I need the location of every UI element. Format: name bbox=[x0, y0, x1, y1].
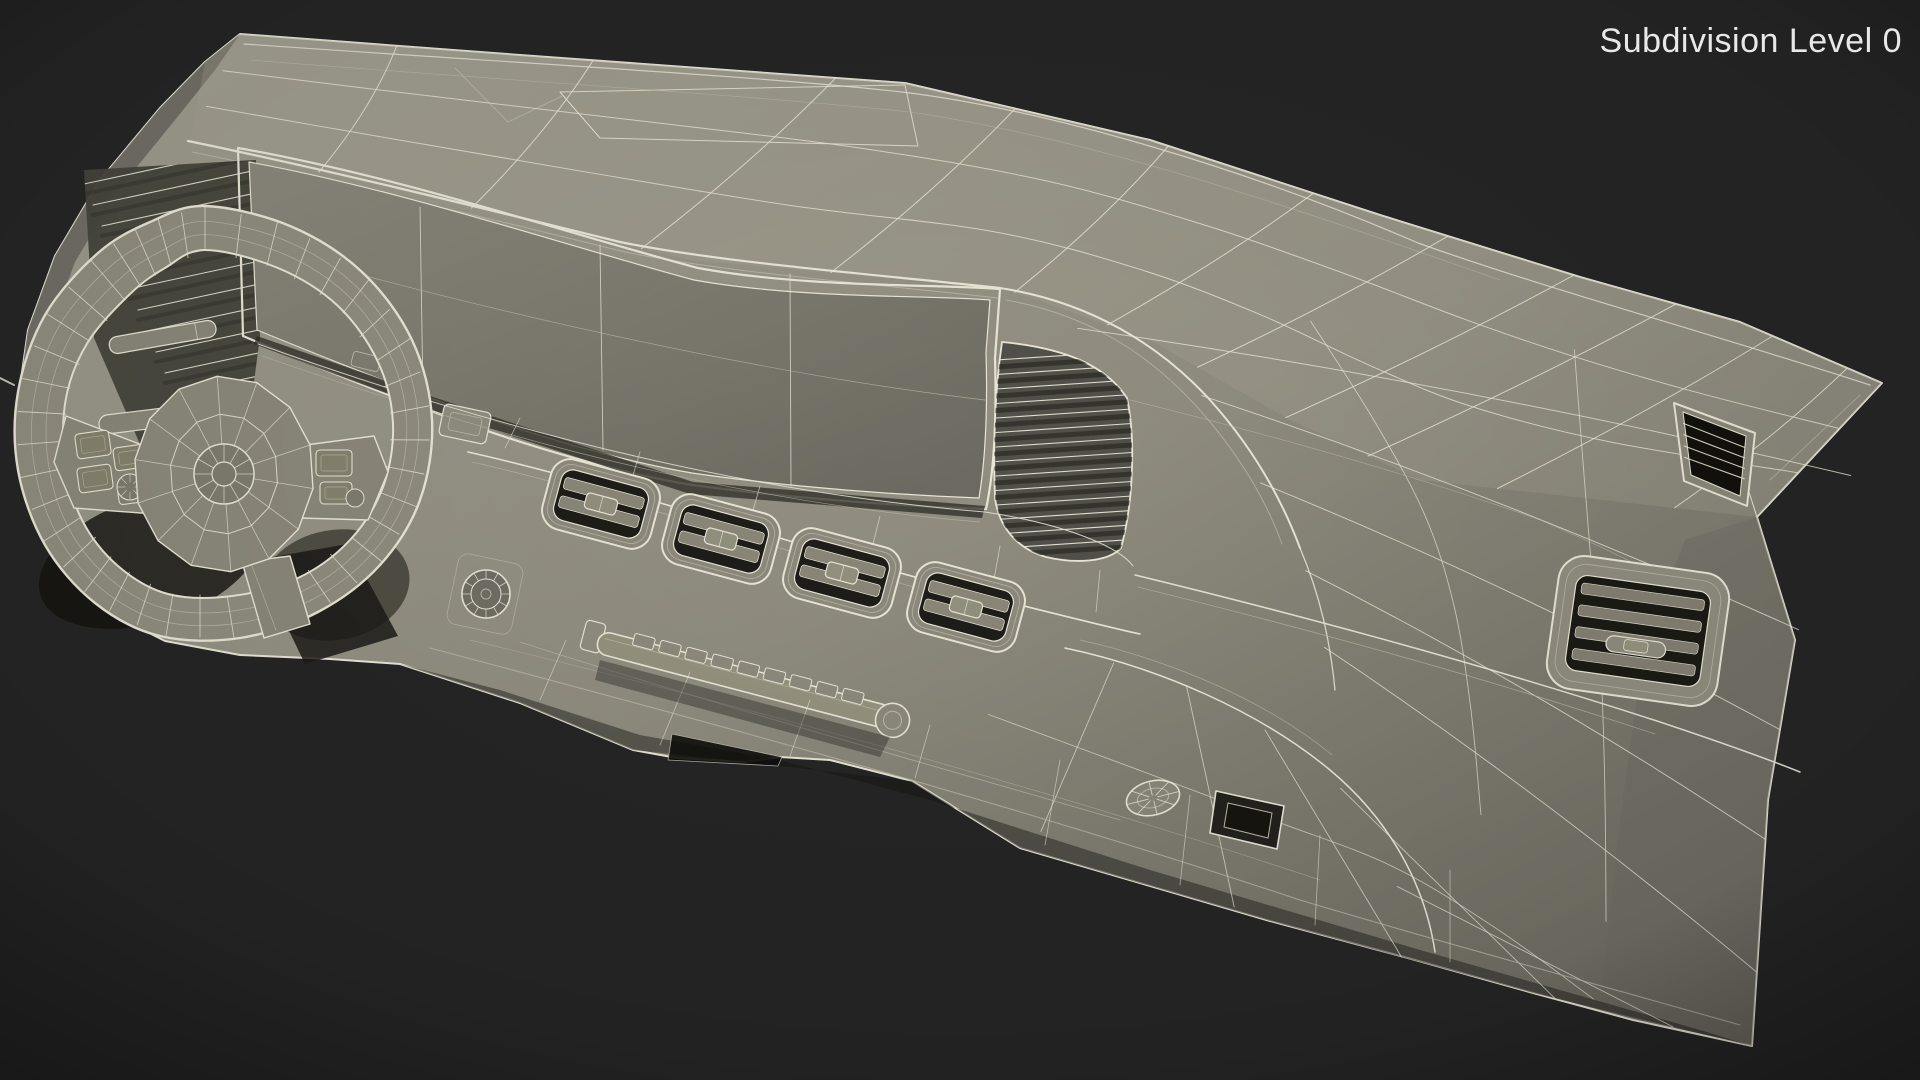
vignette bbox=[0, 0, 1920, 1080]
render-viewport: Subdivision Level 0 bbox=[0, 0, 1920, 1080]
wireframe-dashboard-render: Subdivision Level 0 bbox=[0, 0, 1920, 1080]
subdivision-level-label: Subdivision Level 0 bbox=[1600, 22, 1902, 60]
